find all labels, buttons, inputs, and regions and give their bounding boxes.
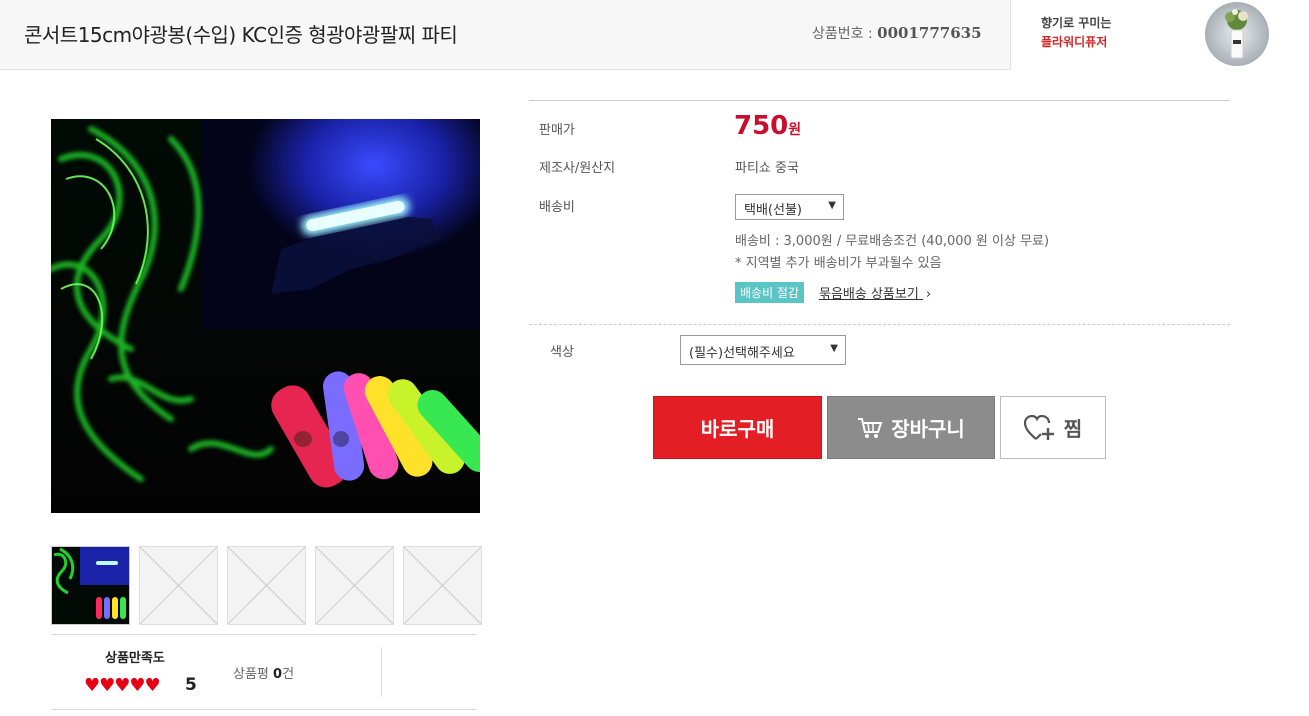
dropdown-caret-icon: ▼ xyxy=(828,200,836,211)
product-number-label: 상품번호 : xyxy=(812,26,873,42)
promo-banner[interactable]: 향기로 꾸미는 플라워디퓨저 xyxy=(1010,0,1309,70)
price-value: 750 xyxy=(734,111,789,141)
add-to-cart-button[interactable]: 장바구니 xyxy=(827,396,995,459)
heart-plus-icon xyxy=(1023,414,1054,440)
product-header: 콘서트15cm야광봉(수입) KC인증 형광야광팔찌 파티 상품번호 : 000… xyxy=(0,0,1309,70)
divider xyxy=(381,647,382,697)
cart-icon xyxy=(858,417,883,438)
cart-label: 장바구니 xyxy=(891,417,965,441)
maker-value: 파티쇼 중국 xyxy=(735,161,799,176)
review-unit: 건 xyxy=(282,667,295,682)
main-product-image[interactable] xyxy=(51,119,480,513)
thumbnail-4[interactable] xyxy=(315,546,394,625)
shipping-note-2: * 지역별 추가 배송비가 부과될수 있음 xyxy=(735,256,942,271)
color-label: 색상 xyxy=(550,345,574,360)
shipping-label: 배송비 xyxy=(539,200,575,215)
color-select-value: (필수)선택해주세요 xyxy=(689,346,795,361)
shipping-saving-badge: 배송비 절감 xyxy=(735,282,805,303)
wishlist-label: 찜 xyxy=(1063,417,1083,441)
color-select[interactable]: (필수)선택해주세요 ▼ xyxy=(680,335,846,365)
buy-now-label: 바로구매 xyxy=(700,417,775,441)
promo-text-2: 플라워디퓨저 xyxy=(1041,35,1108,49)
product-number-value: 0001777635 xyxy=(877,24,982,42)
bundle-shipping-link[interactable]: 묶음배송 상품보기 › xyxy=(819,283,931,302)
satisfaction-panel: 상품만족도 ♥♥♥♥♥ 5 상품평 0건 xyxy=(51,634,477,710)
price-unit: 원 xyxy=(788,122,802,138)
price-label: 판매가 xyxy=(539,123,575,138)
thumbnail-5[interactable] xyxy=(403,546,482,625)
product-info: 판매가 750원 제조사/원산지 파티쇼 중국 배송비 택배(선불) ▼ 배송비… xyxy=(529,100,1230,325)
review-count[interactable]: 상품평 0건 xyxy=(233,663,294,682)
dropdown-caret-icon: ▼ xyxy=(830,343,838,354)
buy-now-button[interactable]: 바로구매 xyxy=(653,396,822,459)
promo-diffuser-image xyxy=(1205,2,1269,66)
thumbnail-strip xyxy=(51,546,482,625)
thumbnail-2[interactable] xyxy=(139,546,218,625)
shipping-note: 배송비 : 3,000원 / 무료배송조건 (40,000 원 이상 무료) xyxy=(735,234,1050,249)
review-label: 상품평 xyxy=(233,667,269,682)
shipping-select-value: 택배(선불) xyxy=(744,203,802,218)
thumbnail-3[interactable] xyxy=(227,546,306,625)
satisfaction-title: 상품만족도 xyxy=(105,651,165,666)
maker-label: 제조사/원산지 xyxy=(539,161,616,176)
promo-text-1: 향기로 꾸미는 xyxy=(1041,16,1112,30)
wishlist-button[interactable]: 찜 xyxy=(1000,396,1106,459)
bundle-link-label: 묶음배송 상품보기 xyxy=(819,287,919,302)
satisfaction-score: 5 xyxy=(185,675,197,695)
thumbnail-1[interactable] xyxy=(51,546,130,625)
review-count-value: 0 xyxy=(273,667,283,682)
shipping-select[interactable]: 택배(선불) ▼ xyxy=(735,194,844,220)
heart-rating-icons: ♥♥♥♥♥ xyxy=(84,675,161,696)
price: 750원 xyxy=(734,111,801,141)
product-title: 콘서트15cm야광봉(수입) KC인증 형광야광팔찌 파티 xyxy=(24,23,458,47)
product-number: 상품번호 : 0001777635 xyxy=(812,23,982,43)
chevron-right-icon: › xyxy=(925,287,932,302)
